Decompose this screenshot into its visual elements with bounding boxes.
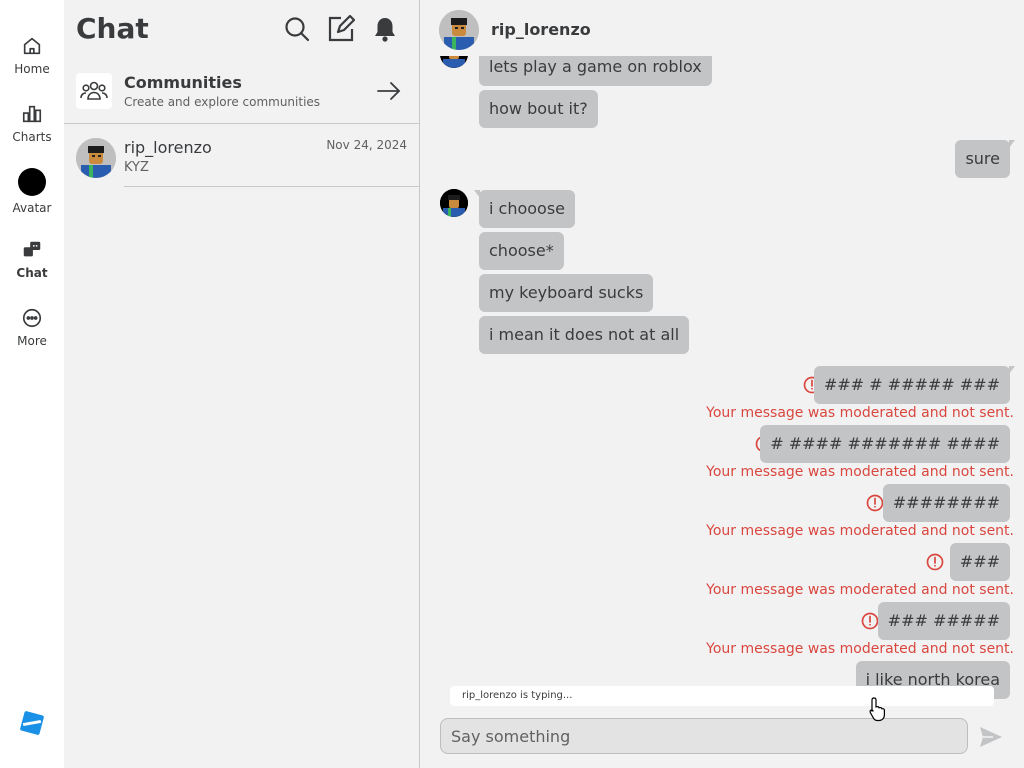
- conversation-name: rip_lorenzo: [124, 138, 212, 157]
- roblox-logo-icon[interactable]: [20, 711, 44, 735]
- moderated-message-bubble: ########: [882, 484, 1010, 522]
- message-bubble: i mean it does not at all: [479, 316, 690, 354]
- nav-rail: Home Charts Avatar Chat More: [0, 0, 64, 768]
- message-bubble: choose*: [479, 232, 564, 270]
- moderation-note: Your message was moderated and not sent.: [706, 464, 1014, 480]
- conversation-header-name[interactable]: rip_lorenzo: [491, 20, 591, 39]
- chat-icon: [23, 241, 41, 257]
- conversation-avatar: [76, 138, 116, 178]
- message-bubble: how bout it?: [479, 90, 598, 128]
- communities-icon: [76, 73, 112, 109]
- nav-charts-label: Charts: [12, 130, 52, 144]
- moderated-message-bubble: ### #####: [877, 602, 1010, 640]
- conversation-panel: rip_lorenzo lets play a game on roblox h…: [420, 0, 1024, 768]
- search-icon[interactable]: [283, 15, 311, 43]
- chat-list-title: Chat: [76, 12, 149, 45]
- mouse-cursor-icon: [869, 697, 885, 722]
- moderation-alert-icon[interactable]: [866, 494, 884, 512]
- bell-icon[interactable]: [371, 15, 399, 43]
- chat-list-panel: Chat Communities Create and explore comm…: [64, 0, 420, 768]
- nav-avatar[interactable]: Avatar: [0, 168, 64, 215]
- nav-charts[interactable]: Charts: [0, 103, 64, 144]
- nav-avatar-label: Avatar: [12, 201, 52, 215]
- header-avatar[interactable]: [439, 10, 479, 50]
- moderated-message-bubble: # #### ####### ####: [760, 425, 1010, 463]
- conversation-header: rip_lorenzo: [420, 0, 1024, 56]
- home-icon: [23, 37, 41, 55]
- moderated-message-bubble: ###: [949, 543, 1010, 581]
- nav-chat-label: Chat: [16, 266, 48, 280]
- more-icon: [22, 308, 42, 328]
- conversation-date: Nov 24, 2024: [326, 138, 407, 152]
- compose-icon[interactable]: [327, 15, 355, 43]
- nav-home-label: Home: [14, 62, 50, 76]
- typing-indicator: rip_lorenzo is typing...: [450, 686, 994, 706]
- moderation-alert-icon[interactable]: [861, 612, 879, 630]
- avatar-icon: [18, 168, 46, 196]
- nav-home[interactable]: Home: [0, 35, 64, 76]
- nav-chat[interactable]: Chat: [0, 239, 64, 280]
- moderation-note: Your message was moderated and not sent.: [706, 582, 1014, 598]
- message-bubble: sure: [955, 140, 1015, 178]
- message-bubble: i chooose: [473, 190, 576, 228]
- message-bubble: my keyboard sucks: [479, 274, 654, 312]
- communities-row[interactable]: Communities Create and explore communiti…: [64, 62, 419, 124]
- arrow-right-icon: [377, 82, 401, 100]
- moderation-alert-icon[interactable]: [926, 553, 944, 571]
- conversation-preview: KYZ: [124, 160, 149, 175]
- message-avatar[interactable]: [440, 189, 468, 217]
- charts-icon: [22, 105, 42, 123]
- nav-more-label: More: [17, 334, 47, 348]
- moderated-message-bubble: ### # ##### ###: [813, 366, 1016, 404]
- communities-title: Communities: [124, 73, 242, 92]
- communities-subtitle: Create and explore communities: [124, 95, 321, 109]
- send-icon[interactable]: [978, 725, 1004, 749]
- moderation-note: Your message was moderated and not sent.: [706, 641, 1014, 657]
- nav-more[interactable]: More: [0, 307, 64, 348]
- moderation-note: Your message was moderated and not sent.: [706, 405, 1014, 421]
- message-input[interactable]: [440, 718, 968, 754]
- conversation-item[interactable]: rip_lorenzo Nov 24, 2024 KYZ: [64, 124, 419, 187]
- conversation-divider: [124, 186, 419, 187]
- moderation-note: Your message was moderated and not sent.: [706, 523, 1014, 539]
